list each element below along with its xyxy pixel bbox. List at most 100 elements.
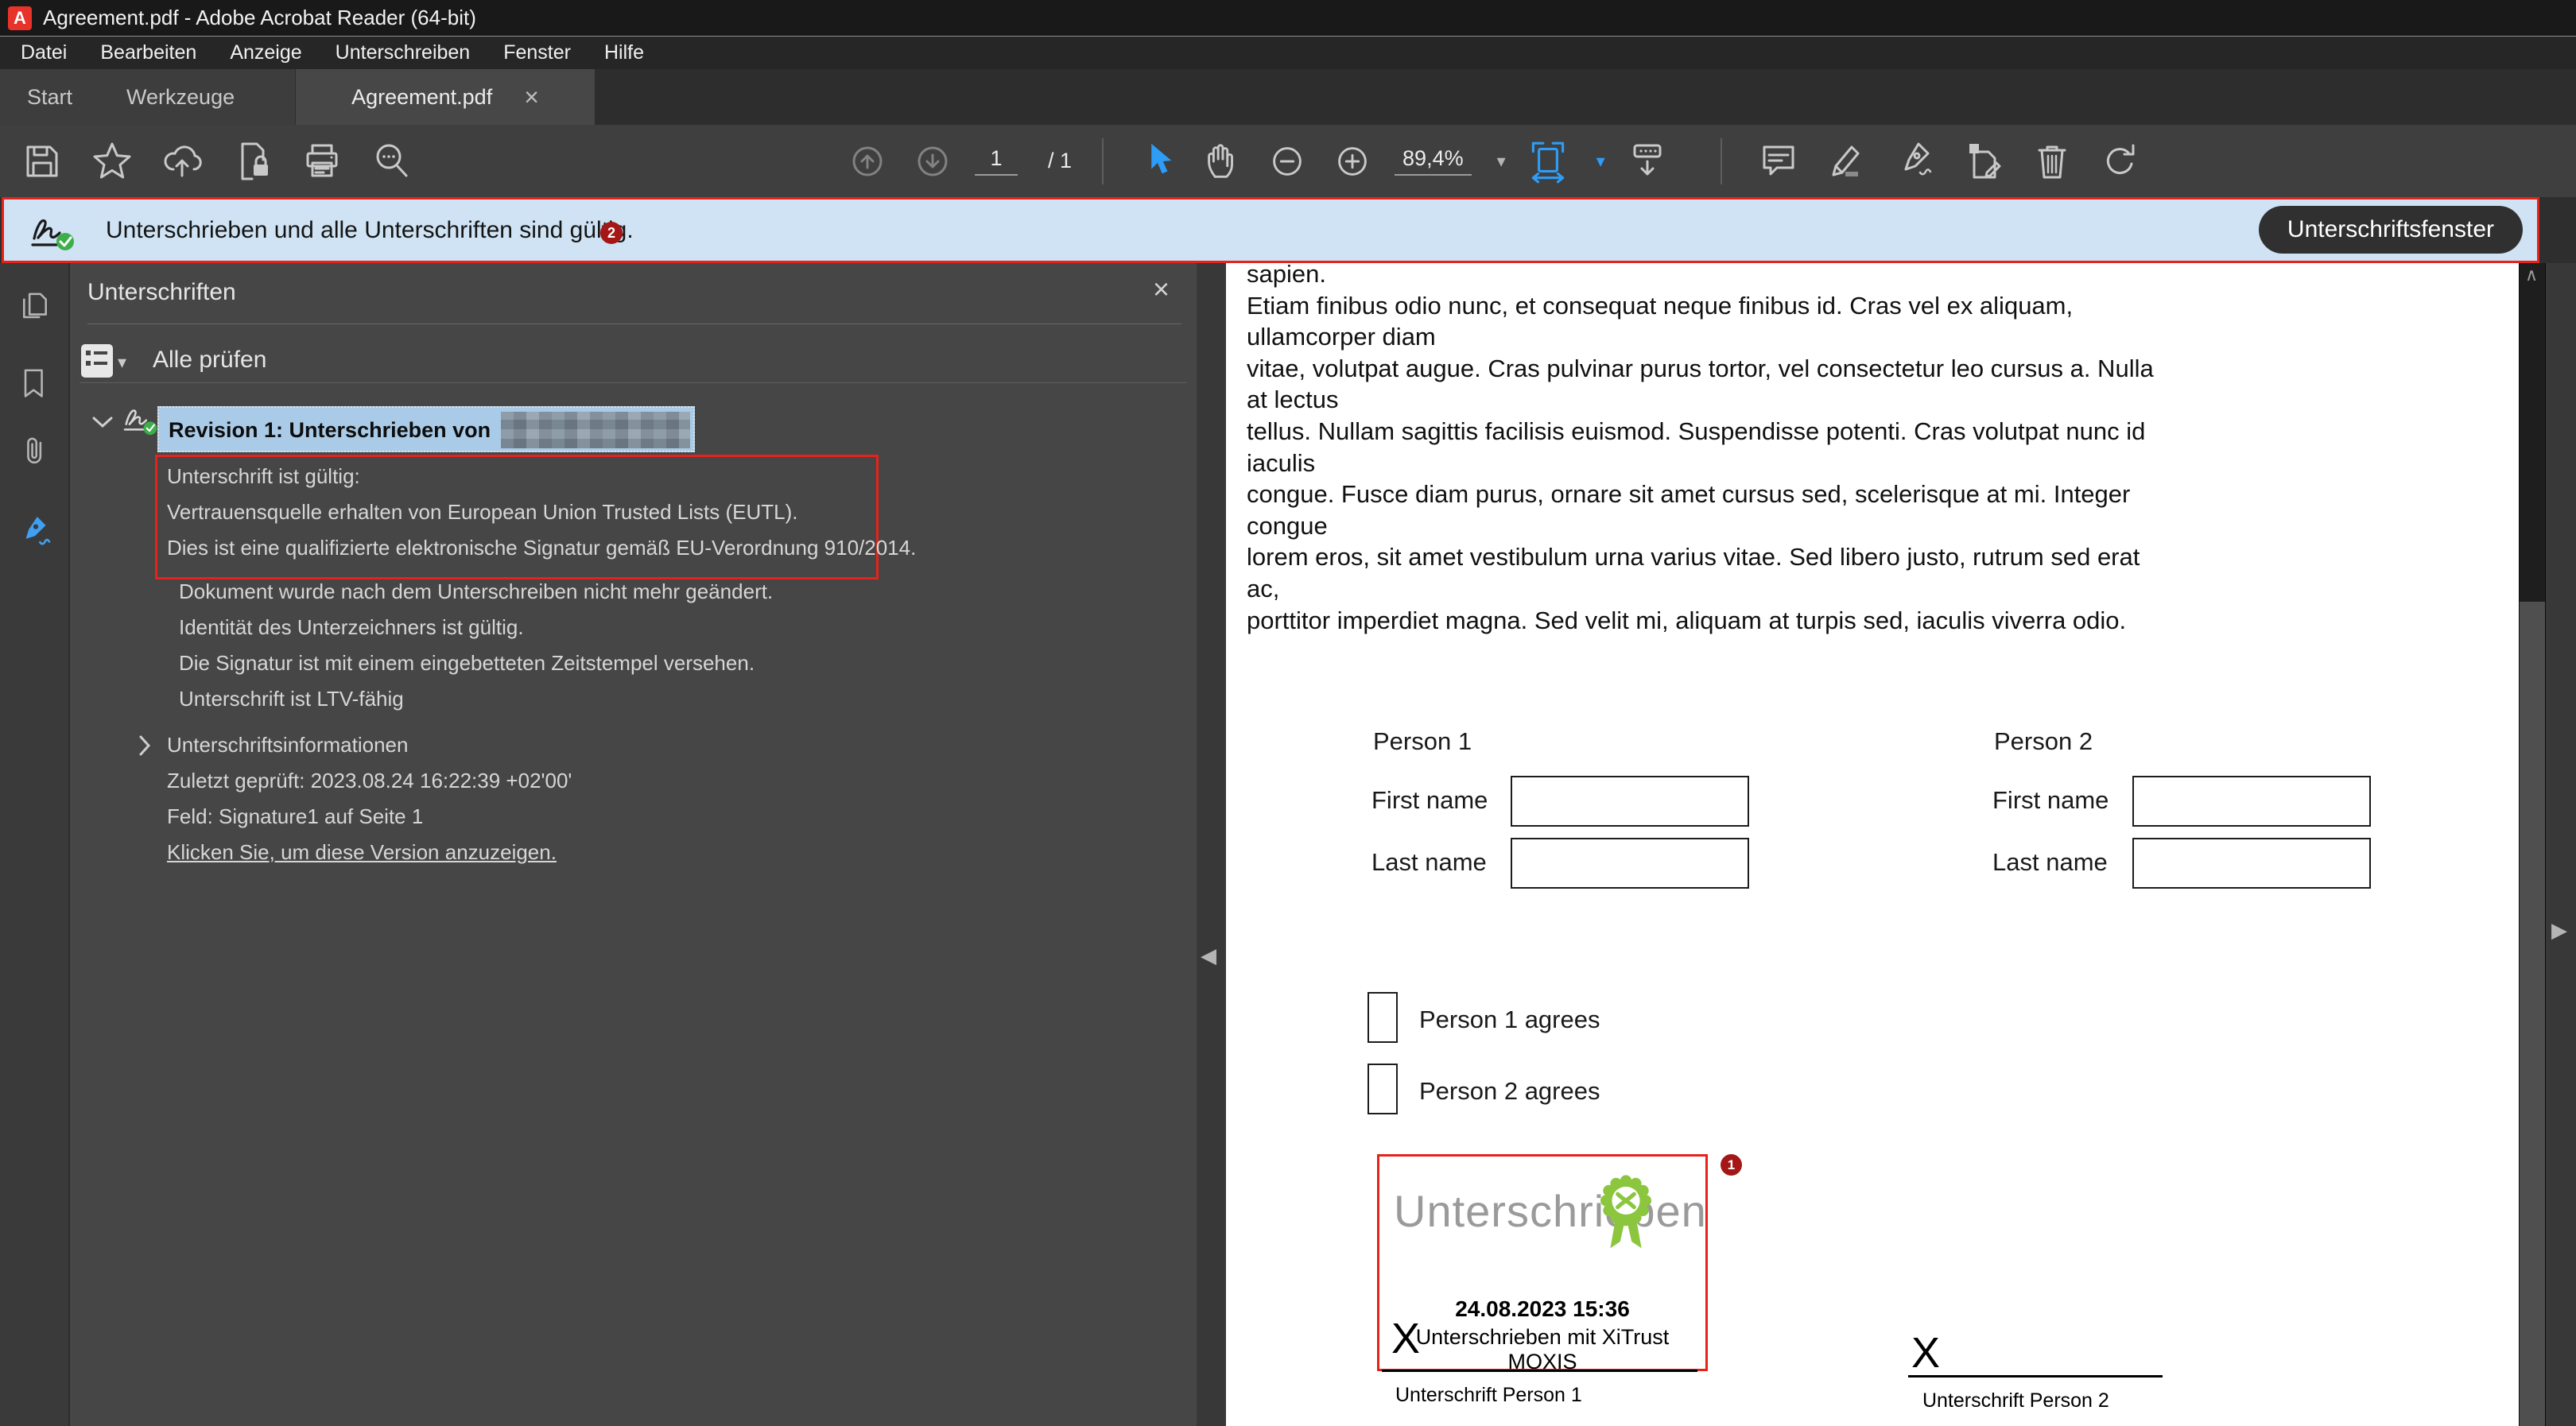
zoom-level-input[interactable]: 89,4% bbox=[1395, 146, 1472, 176]
fill-sign-button[interactable] bbox=[1892, 138, 1938, 184]
person1-last-name-input[interactable] bbox=[1511, 838, 1749, 889]
revision-row[interactable]: Revision 1: Unterschrieben von bbox=[157, 406, 695, 452]
scroll-up-icon[interactable]: ∧ bbox=[2525, 265, 2538, 285]
collapse-chevron-icon[interactable] bbox=[92, 416, 113, 428]
page-thumbnails-button[interactable] bbox=[16, 289, 54, 327]
cloud-upload-button[interactable] bbox=[159, 138, 205, 184]
signatures-panel-button[interactable] bbox=[16, 511, 54, 549]
collapse-panel-icon[interactable]: ◀ bbox=[1201, 945, 1216, 966]
person1-agrees-checkbox[interactable] bbox=[1368, 992, 1398, 1043]
highlight-button[interactable] bbox=[1824, 138, 1870, 184]
previous-page-button[interactable] bbox=[844, 138, 890, 184]
tab-start[interactable]: Start bbox=[0, 69, 99, 125]
protect-file-button[interactable] bbox=[229, 138, 275, 184]
fit-width-icon bbox=[1525, 138, 1571, 184]
menu-anzeige[interactable]: Anzeige bbox=[217, 37, 322, 70]
tab-werkzeuge[interactable]: Werkzeuge bbox=[99, 69, 262, 125]
zoom-dropdown-icon[interactable]: ▾ bbox=[1497, 151, 1506, 172]
fit-width-button[interactable] bbox=[1525, 138, 1571, 184]
cursor-icon bbox=[1135, 140, 1178, 183]
bookmarks-button[interactable] bbox=[16, 365, 54, 403]
zoom-in-button[interactable] bbox=[1329, 138, 1375, 184]
select-tool-button[interactable] bbox=[1134, 138, 1180, 184]
validity-line: Unterschrift ist gültig: bbox=[167, 464, 360, 489]
fit-width-dropdown-icon[interactable]: ▾ bbox=[1596, 151, 1605, 172]
delete-button[interactable] bbox=[2029, 138, 2075, 184]
search-button[interactable] bbox=[369, 138, 415, 184]
hand-tool-button[interactable] bbox=[1199, 138, 1245, 184]
redacted-signer-name bbox=[501, 412, 690, 448]
person1-first-name-input[interactable] bbox=[1511, 776, 1749, 827]
signature-status-bar: Unterschrieben und alle Unterschriften s… bbox=[2, 197, 2539, 263]
verify-all-label: Alle prüfen bbox=[153, 347, 266, 374]
hide-toolbar-button[interactable] bbox=[1624, 138, 1670, 184]
xitrust-rosette-icon bbox=[1600, 1174, 1651, 1257]
menu-hilfe[interactable]: Hilfe bbox=[592, 37, 665, 70]
page-number-input[interactable]: 1 bbox=[975, 146, 1018, 176]
stamp-edit-button[interactable] bbox=[1961, 138, 2007, 184]
menu-fenster[interactable]: Fenster bbox=[491, 37, 592, 70]
paperclip-icon bbox=[16, 433, 54, 471]
stamp-word: Unterschrieben bbox=[1394, 1185, 1707, 1237]
signature-status-message: Unterschrieben und alle Unterschriften s… bbox=[106, 217, 634, 244]
expand-panel-icon[interactable]: ▶ bbox=[2551, 920, 2567, 940]
person2-last-name-label: Last name bbox=[1992, 848, 2108, 877]
document-text-line: ullamcorper diam bbox=[1247, 321, 2154, 353]
tab-close-icon[interactable]: × bbox=[524, 84, 539, 110]
stamp-x-mark: X bbox=[1391, 1314, 1420, 1363]
document-text-line: porttitor imperdiet magna. Sed velit mi,… bbox=[1247, 605, 2154, 637]
vertical-scrollbar[interactable]: ∧ bbox=[2519, 263, 2546, 1426]
field-info-line: Feld: Signature1 auf Seite 1 bbox=[167, 804, 423, 829]
annotation-badge-2: 2 bbox=[600, 222, 623, 244]
document-text-line: iaculis bbox=[1247, 448, 2154, 479]
signature2-line[interactable] bbox=[1908, 1375, 2163, 1378]
person2-last-name-input[interactable] bbox=[2132, 838, 2371, 889]
person2-first-name-label: First name bbox=[1992, 786, 2109, 815]
person2-first-name-input[interactable] bbox=[2132, 776, 2371, 827]
scrollbar-thumb[interactable] bbox=[2520, 602, 2545, 1426]
menu-unterschreiben[interactable]: Unterschreiben bbox=[323, 37, 491, 70]
save-button[interactable] bbox=[19, 138, 65, 184]
right-panel-strip: ▶ bbox=[2546, 263, 2576, 1426]
page-total-label: / 1 bbox=[1048, 149, 1072, 173]
comment-button[interactable] bbox=[1755, 138, 1802, 184]
toolbar-separator bbox=[1102, 138, 1104, 184]
tab-document-label: Agreement.pdf bbox=[351, 85, 492, 110]
menu-bar: Datei Bearbeiten Anzeige Unterschreiben … bbox=[0, 36, 2576, 69]
attachments-button[interactable] bbox=[16, 433, 54, 471]
zoom-out-button[interactable] bbox=[1264, 138, 1310, 184]
show-version-link[interactable]: Klicken Sie, um diese Version anzuzeigen… bbox=[167, 840, 557, 865]
tab-row: Start Werkzeuge Agreement.pdf × bbox=[0, 69, 2576, 125]
detail-line: Unterschrift ist LTV-fähig bbox=[179, 687, 404, 711]
panel-close-icon[interactable]: × bbox=[1153, 273, 1170, 306]
navigation-strip bbox=[0, 263, 70, 1426]
page-down-icon bbox=[910, 139, 955, 184]
tab-document[interactable]: Agreement.pdf × bbox=[296, 69, 595, 125]
document-page: sapien.Etiam finibus odio nunc, et conse… bbox=[1226, 263, 2519, 1426]
signature-stamp-field[interactable]: Unterschrieben 24.08.2023 15:36 Untersch… bbox=[1377, 1154, 1708, 1371]
verify-all-dropdown-icon[interactable]: ▾ bbox=[118, 352, 126, 373]
expand-chevron-icon[interactable] bbox=[138, 735, 151, 756]
acrobat-logo-icon: A bbox=[8, 6, 32, 30]
hide-toolbar-icon bbox=[1625, 139, 1670, 184]
signature-pane-button[interactable]: Unterschriftsfenster bbox=[2259, 206, 2523, 254]
comment-icon bbox=[1756, 139, 1801, 184]
document-text-line: sapien. bbox=[1247, 263, 2154, 290]
favorite-button[interactable] bbox=[89, 138, 135, 184]
person1-first-name-label: First name bbox=[1371, 786, 1488, 815]
person2-agrees-checkbox[interactable] bbox=[1368, 1064, 1398, 1114]
printer-icon bbox=[300, 139, 344, 184]
next-page-button[interactable] bbox=[910, 138, 956, 184]
print-button[interactable] bbox=[299, 138, 345, 184]
bookmark-icon bbox=[16, 365, 54, 403]
search-icon bbox=[370, 139, 414, 184]
last-checked-line: Zuletzt geprüft: 2023.08.24 16:22:39 +02… bbox=[167, 769, 572, 793]
menu-bearbeiten[interactable]: Bearbeiten bbox=[87, 37, 217, 70]
rotate-button[interactable] bbox=[2097, 138, 2143, 184]
document-text-line: congue bbox=[1247, 510, 2154, 542]
cloud-upload-icon bbox=[160, 139, 204, 184]
panel-divider bbox=[80, 382, 1187, 383]
signature-info-toggle[interactable]: Unterschriftsinformationen bbox=[167, 733, 408, 758]
detail-line: Die Signatur ist mit einem eingebetteten… bbox=[179, 651, 755, 676]
menu-datei[interactable]: Datei bbox=[8, 37, 87, 70]
